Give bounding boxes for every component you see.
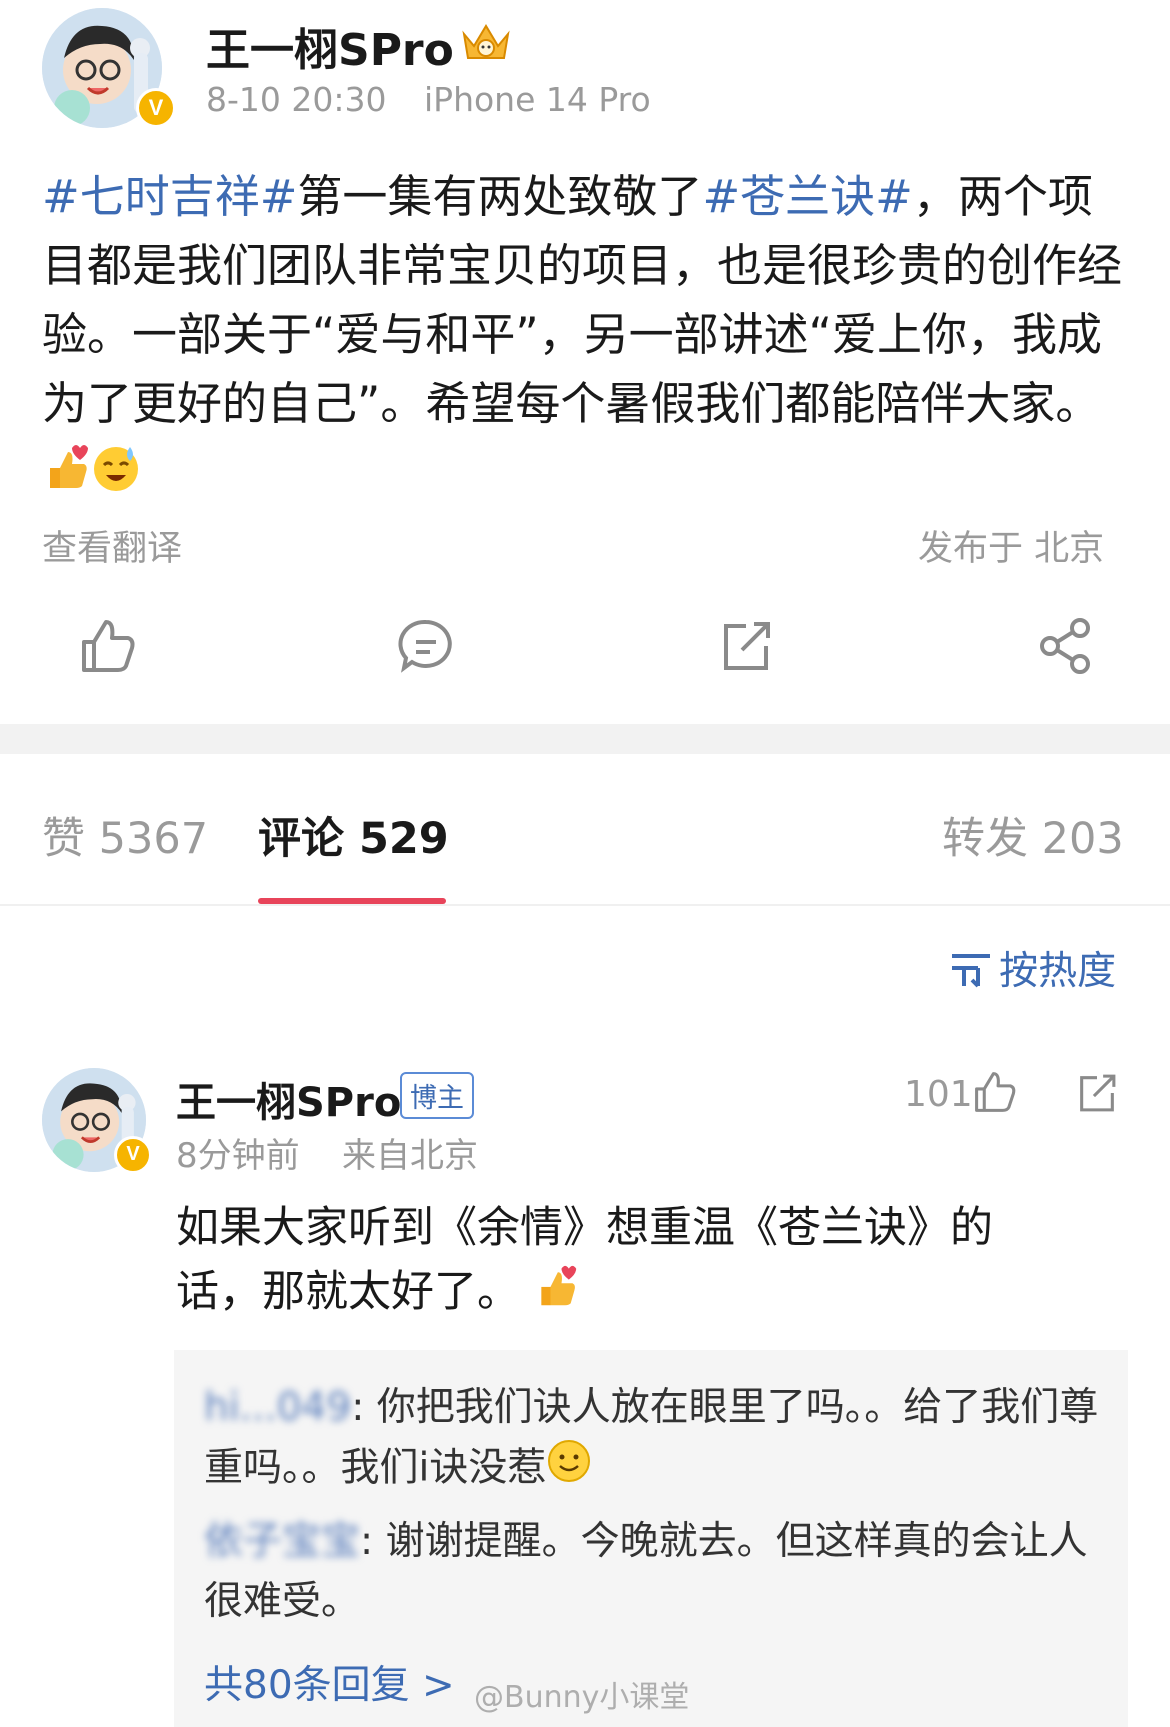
post-author-name[interactable]: 王一栩SPro	[206, 14, 454, 78]
repost-icon	[1080, 1074, 1116, 1112]
sort-icon	[952, 954, 990, 988]
heart-thumb-emoji-icon	[534, 1262, 578, 1328]
post-device: iPhone 14 Pro	[424, 80, 651, 119]
comment-author-name[interactable]: 王一栩SPro	[176, 1070, 401, 1128]
section-divider	[0, 724, 1170, 754]
author-badge: 博主	[400, 1072, 474, 1119]
comment-like-button[interactable]	[972, 1068, 1018, 1116]
like-button[interactable]	[78, 616, 138, 676]
reply-box[interactable]: hi...049: 你把我们诀人放在眼里了吗。。给了我们尊重吗。。我们i诀没惹 …	[174, 1350, 1128, 1727]
sort-button[interactable]: 按热度	[948, 940, 1116, 994]
comment-time: 8分钟前	[176, 1136, 300, 1176]
watermark: @Bunny小课堂	[474, 1680, 690, 1715]
sort-label: 按热度	[999, 949, 1117, 994]
comment-icon	[398, 619, 452, 673]
share-button[interactable]	[1036, 616, 1096, 676]
tab-comments[interactable]: 评论 529	[258, 804, 449, 866]
comment-repost-button[interactable]	[1074, 1070, 1120, 1116]
comment-text: 如果大家听到《余情》想重温《苍兰诀》的话，那就太好了。	[176, 1196, 1076, 1328]
smile-emoji-icon	[546, 1438, 592, 1502]
comment-text-body: 如果大家听到《余情》想重温《苍兰诀》的话，那就太好了。	[176, 1203, 993, 1317]
tab-reposts[interactable]: 转发 203	[942, 804, 1124, 866]
comment-button[interactable]	[396, 616, 456, 676]
comment-like-count: 101	[904, 1074, 973, 1115]
thumb-up-icon	[975, 1072, 1016, 1112]
translate-link[interactable]: 查看翻译	[42, 520, 182, 571]
repost-icon	[724, 622, 770, 670]
more-replies-link[interactable]: 共80条回复 >	[204, 1654, 455, 1710]
reply-item[interactable]: 依子宝宝: 谢谢提醒。今晚就去。但这样真的会让人很难受。	[204, 1512, 1104, 1632]
reply-separator: :	[351, 1385, 377, 1430]
heart-thumb-emoji-icon	[42, 442, 90, 511]
post-location: 发布于 北京	[918, 529, 1105, 569]
reply-item[interactable]: hi...049: 你把我们诀人放在眼里了吗。。给了我们尊重吗。。我们i诀没惹	[204, 1378, 1104, 1502]
crown-member-icon	[458, 20, 514, 64]
verified-badge-icon: V	[136, 88, 176, 128]
thumb-up-icon	[82, 620, 135, 672]
reply-username[interactable]: 依子宝宝	[204, 1519, 360, 1564]
post-text-part: 第一集有两处致敬了	[297, 170, 703, 223]
repost-button[interactable]	[716, 616, 776, 676]
comment-location: 来自北京	[342, 1136, 478, 1176]
topic-link[interactable]: #苍兰诀#	[702, 170, 912, 223]
reply-username[interactable]: hi...049	[204, 1385, 351, 1430]
topic-link[interactable]: #七时吉祥#	[42, 170, 297, 223]
tabs-divider	[0, 904, 1170, 906]
tab-likes[interactable]: 赞 5367	[42, 804, 208, 866]
post-text: #七时吉祥#第一集有两处致敬了#苍兰诀#，两个项目都是我们团队非常宝贝的项目，也…	[42, 162, 1132, 512]
crying-laugh-emoji-icon	[90, 441, 142, 512]
post-time: 8-10 20:30	[206, 80, 387, 119]
reply-separator: :	[360, 1519, 386, 1564]
share-icon	[1040, 618, 1090, 674]
verified-badge-icon: V	[114, 1136, 152, 1174]
